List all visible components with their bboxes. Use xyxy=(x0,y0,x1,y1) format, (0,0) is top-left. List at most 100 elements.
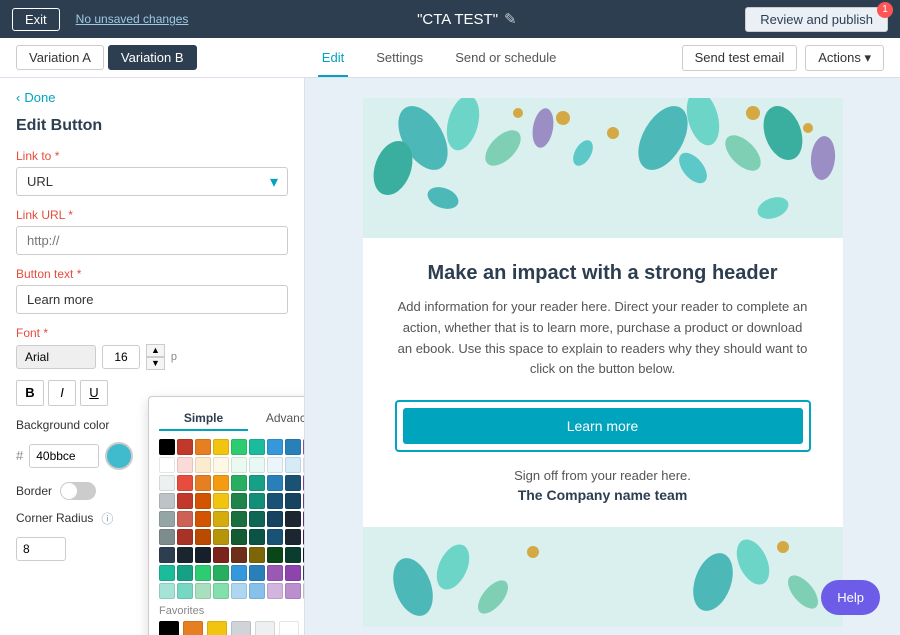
color-cell[interactable] xyxy=(213,457,229,473)
italic-button[interactable]: I xyxy=(48,380,76,406)
color-cell[interactable] xyxy=(285,565,301,581)
help-button[interactable]: Help xyxy=(821,580,880,615)
color-cell[interactable] xyxy=(177,493,193,509)
color-cell[interactable] xyxy=(177,439,193,455)
favorite-color-cell[interactable] xyxy=(279,621,299,635)
variation-b-tab[interactable]: Variation B xyxy=(108,45,197,70)
color-cell[interactable] xyxy=(231,529,247,545)
color-cell[interactable] xyxy=(267,439,283,455)
color-cell[interactable] xyxy=(285,439,301,455)
favorite-color-cell[interactable] xyxy=(183,621,203,635)
picker-advanced-tab[interactable]: Advanced xyxy=(248,407,305,431)
color-cell[interactable] xyxy=(285,529,301,545)
variation-a-tab[interactable]: Variation A xyxy=(16,45,104,70)
color-cell[interactable] xyxy=(249,511,265,527)
color-hex-input[interactable]: 40bbce xyxy=(29,444,99,468)
color-cell[interactable] xyxy=(285,475,301,491)
color-cell[interactable] xyxy=(303,475,305,491)
color-cell[interactable] xyxy=(195,565,211,581)
color-cell[interactable] xyxy=(177,547,193,563)
color-cell[interactable] xyxy=(159,475,175,491)
color-cell[interactable] xyxy=(159,511,175,527)
color-cell[interactable] xyxy=(213,475,229,491)
color-cell[interactable] xyxy=(195,457,211,473)
color-cell[interactable] xyxy=(303,457,305,473)
color-cell[interactable] xyxy=(231,475,247,491)
color-cell[interactable] xyxy=(213,493,229,509)
color-cell[interactable] xyxy=(213,565,229,581)
color-cell[interactable] xyxy=(213,583,229,599)
color-cell[interactable] xyxy=(195,439,211,455)
favorite-color-cell[interactable] xyxy=(207,621,227,635)
corner-radius-input[interactable] xyxy=(16,537,66,561)
border-toggle[interactable] xyxy=(60,482,96,500)
info-icon[interactable]: ⓘ xyxy=(101,510,113,527)
color-cell[interactable] xyxy=(177,529,193,545)
color-cell[interactable] xyxy=(249,457,265,473)
color-cell[interactable] xyxy=(267,583,283,599)
color-cell[interactable] xyxy=(231,439,247,455)
color-cell[interactable] xyxy=(303,493,305,509)
color-cell[interactable] xyxy=(285,457,301,473)
color-cell[interactable] xyxy=(159,583,175,599)
color-cell[interactable] xyxy=(303,511,305,527)
color-cell[interactable] xyxy=(195,475,211,491)
color-cell[interactable] xyxy=(213,511,229,527)
color-cell[interactable] xyxy=(159,529,175,545)
color-cell[interactable] xyxy=(213,529,229,545)
color-cell[interactable] xyxy=(231,457,247,473)
picker-simple-tab[interactable]: Simple xyxy=(159,407,248,431)
color-cell[interactable] xyxy=(267,565,283,581)
color-cell[interactable] xyxy=(195,547,211,563)
color-cell[interactable] xyxy=(195,583,211,599)
color-cell[interactable] xyxy=(159,457,175,473)
underline-button[interactable]: U xyxy=(80,380,108,406)
color-cell[interactable] xyxy=(267,511,283,527)
color-cell[interactable] xyxy=(267,475,283,491)
color-cell[interactable] xyxy=(249,439,265,455)
color-cell[interactable] xyxy=(231,511,247,527)
cta-learn-more-button[interactable]: Learn more xyxy=(403,408,803,444)
exit-button[interactable]: Exit xyxy=(12,8,60,31)
actions-button[interactable]: Actions ▾ xyxy=(805,45,884,71)
color-cell[interactable] xyxy=(267,493,283,509)
favorite-color-cell[interactable] xyxy=(231,621,251,635)
font-select[interactable]: Arial xyxy=(16,345,96,369)
tab-settings[interactable]: Settings xyxy=(372,40,427,77)
color-cell[interactable] xyxy=(303,547,305,563)
favorite-color-cell[interactable] xyxy=(159,621,179,635)
tab-send[interactable]: Send or schedule xyxy=(451,40,560,77)
font-size-up-button[interactable]: ▲ xyxy=(146,344,165,357)
color-cell[interactable] xyxy=(285,547,301,563)
favorite-color-cell[interactable] xyxy=(255,621,275,635)
color-cell[interactable] xyxy=(231,565,247,581)
color-cell[interactable] xyxy=(303,439,305,455)
color-cell[interactable] xyxy=(177,511,193,527)
color-cell[interactable] xyxy=(177,475,193,491)
color-cell[interactable] xyxy=(177,583,193,599)
color-cell[interactable] xyxy=(249,583,265,599)
color-cell[interactable] xyxy=(249,547,265,563)
color-cell[interactable] xyxy=(231,583,247,599)
review-publish-button[interactable]: Review and publish 1 xyxy=(745,7,888,32)
link-to-select[interactable]: URL xyxy=(16,167,288,196)
color-cell[interactable] xyxy=(249,529,265,545)
color-cell[interactable] xyxy=(303,565,305,581)
button-text-input[interactable] xyxy=(16,285,288,314)
color-cell[interactable] xyxy=(303,583,305,599)
color-swatch[interactable] xyxy=(105,442,133,470)
color-cell[interactable] xyxy=(267,547,283,563)
color-cell[interactable] xyxy=(213,439,229,455)
color-cell[interactable] xyxy=(303,529,305,545)
color-cell[interactable] xyxy=(195,511,211,527)
color-cell[interactable] xyxy=(195,529,211,545)
color-cell[interactable] xyxy=(285,511,301,527)
color-cell[interactable] xyxy=(159,547,175,563)
font-size-down-button[interactable]: ▼ xyxy=(146,357,165,370)
back-button[interactable]: ‹ Done xyxy=(16,90,288,105)
color-cell[interactable] xyxy=(231,493,247,509)
color-cell[interactable] xyxy=(159,565,175,581)
color-cell[interactable] xyxy=(195,493,211,509)
color-cell[interactable] xyxy=(249,565,265,581)
color-cell[interactable] xyxy=(177,565,193,581)
